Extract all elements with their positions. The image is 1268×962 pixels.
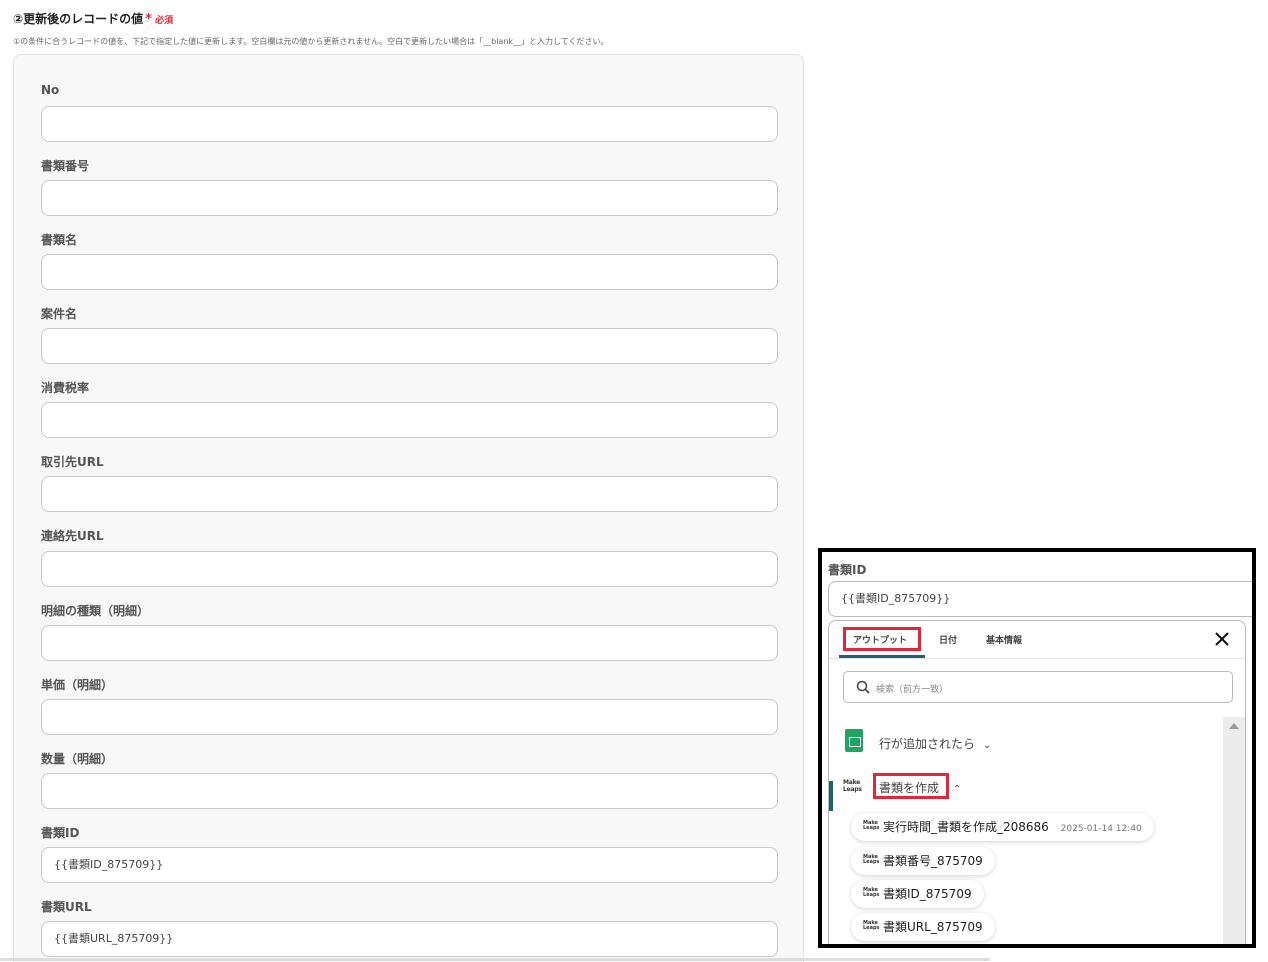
field-label-client-url: 取引先URL bbox=[41, 455, 104, 469]
tab-bar: アウトプット 日付 基本情報 bbox=[829, 621, 1245, 659]
required-badge: * 必須 bbox=[145, 12, 174, 27]
makeleaps-logo-icon: Make Leaps bbox=[843, 779, 862, 793]
field-label-item-type: 明細の種類（明細） bbox=[41, 604, 150, 618]
side-accent bbox=[829, 781, 833, 811]
makeleaps-mini-icon: Make Leaps bbox=[863, 820, 880, 831]
tab-basic-info[interactable]: 基本情報 bbox=[986, 633, 1022, 646]
group-row-added-label: 行が追加されたら bbox=[879, 737, 976, 751]
field-label-contact-url: 連絡先URL bbox=[41, 529, 104, 543]
field-input-quantity[interactable] bbox=[41, 773, 778, 809]
logo-line-1: Make bbox=[843, 779, 861, 786]
section-title: ②更新後のレコードの値 * 必須 bbox=[13, 10, 173, 27]
group-row-added[interactable]: 行が追加されたら ⌄ bbox=[879, 735, 991, 752]
active-tab-indicator bbox=[839, 655, 925, 658]
tab-output[interactable]: アウトプット bbox=[853, 633, 907, 646]
bottom-divider bbox=[0, 958, 990, 961]
field-label-doc-name: 書類名 bbox=[41, 233, 78, 247]
makeleaps-mini-icon: Make Leaps bbox=[863, 920, 880, 931]
output-item-label: 書類URL_875709 bbox=[883, 920, 983, 934]
field-label-doc-url: 書類URL bbox=[41, 900, 92, 914]
field-input-project-name[interactable] bbox=[41, 328, 778, 364]
output-item-label: 実行時間_書類を作成_208686 bbox=[883, 820, 1049, 834]
field-input-doc-url[interactable]: {{書類URL_875709}} bbox=[41, 921, 778, 957]
field-input-unit-price[interactable] bbox=[41, 699, 778, 735]
field-label-quantity: 数量（明細） bbox=[41, 752, 114, 766]
output-item[interactable]: Make Leaps 実行時間_書類を作成_208686 2025-01-14 1… bbox=[851, 813, 1154, 841]
inset-field-input[interactable]: {{書類ID_875709}} bbox=[828, 581, 1252, 617]
field-input-client-url[interactable] bbox=[41, 476, 778, 512]
field-input-tax-rate[interactable] bbox=[41, 402, 778, 438]
output-item-label: 書類番号_875709 bbox=[883, 854, 983, 868]
field-input-contact-url[interactable] bbox=[41, 551, 778, 587]
tab-date[interactable]: 日付 bbox=[939, 633, 957, 646]
field-input-doc-id[interactable]: {{書類ID_875709}} bbox=[41, 847, 778, 883]
group-row-create-doc-label: 書類を作成 bbox=[879, 781, 940, 795]
search-input[interactable]: 検索（前方一致） bbox=[843, 671, 1233, 703]
inset-field-label: 書類ID bbox=[828, 563, 867, 577]
section-title-text: ②更新後のレコードの値 bbox=[13, 12, 144, 26]
search-icon bbox=[856, 680, 870, 694]
output-picker-panel: アウトプット 日付 基本情報 検索（前方一致） 行が追加されたら ⌄ Make … bbox=[828, 620, 1246, 944]
field-label-doc-id: 書類ID bbox=[41, 826, 80, 840]
output-item-label: 書類ID_875709 bbox=[883, 887, 972, 901]
chevron-up-icon: ⌃ bbox=[952, 784, 962, 795]
scroll-up-arrow-icon[interactable] bbox=[1229, 723, 1239, 729]
field-input-doc-name[interactable] bbox=[41, 254, 778, 290]
field-label-no: No bbox=[41, 83, 60, 97]
field-label-project-name: 案件名 bbox=[41, 307, 78, 321]
logo-line-2: Leaps bbox=[843, 786, 862, 793]
popup-inset: 書類ID {{書類ID_875709}} アウトプット 日付 基本情報 検索（前… bbox=[818, 548, 1256, 948]
output-item-timestamp: 2025-01-14 12:40 bbox=[1060, 824, 1142, 834]
field-input-item-type[interactable] bbox=[41, 625, 778, 661]
scrollbar[interactable] bbox=[1223, 717, 1245, 944]
output-item[interactable]: Make Leaps 書類ID_875709 bbox=[851, 880, 984, 908]
close-icon[interactable] bbox=[1214, 631, 1230, 647]
field-label-tax-rate: 消費税率 bbox=[41, 381, 90, 395]
output-item[interactable]: Make Leaps 書類番号_875709 bbox=[851, 847, 995, 875]
field-input-doc-number[interactable] bbox=[41, 180, 778, 216]
field-input-no[interactable] bbox=[41, 106, 778, 142]
field-label-doc-number: 書類番号 bbox=[41, 159, 90, 173]
output-item[interactable]: Make Leaps 書類URL_875709 bbox=[851, 913, 995, 941]
chevron-down-icon: ⌄ bbox=[982, 740, 992, 751]
section-description: ①の条件に合うレコードの値を、下記で指定した値に更新します。空白欄は元の値から更… bbox=[13, 37, 609, 46]
search-placeholder: 検索（前方一致） bbox=[876, 685, 949, 695]
group-row-create-doc[interactable]: 書類を作成 ⌃ bbox=[879, 779, 961, 796]
makeleaps-mini-icon: Make Leaps bbox=[863, 887, 880, 898]
form-panel: No 書類番号 書類名 案件名 消費税率 取引先URL 連絡先URL 明細の種類… bbox=[13, 54, 804, 962]
google-sheets-icon bbox=[845, 729, 863, 752]
makeleaps-mini-icon: Make Leaps bbox=[863, 854, 880, 865]
field-label-unit-price: 単価（明細） bbox=[41, 678, 114, 692]
